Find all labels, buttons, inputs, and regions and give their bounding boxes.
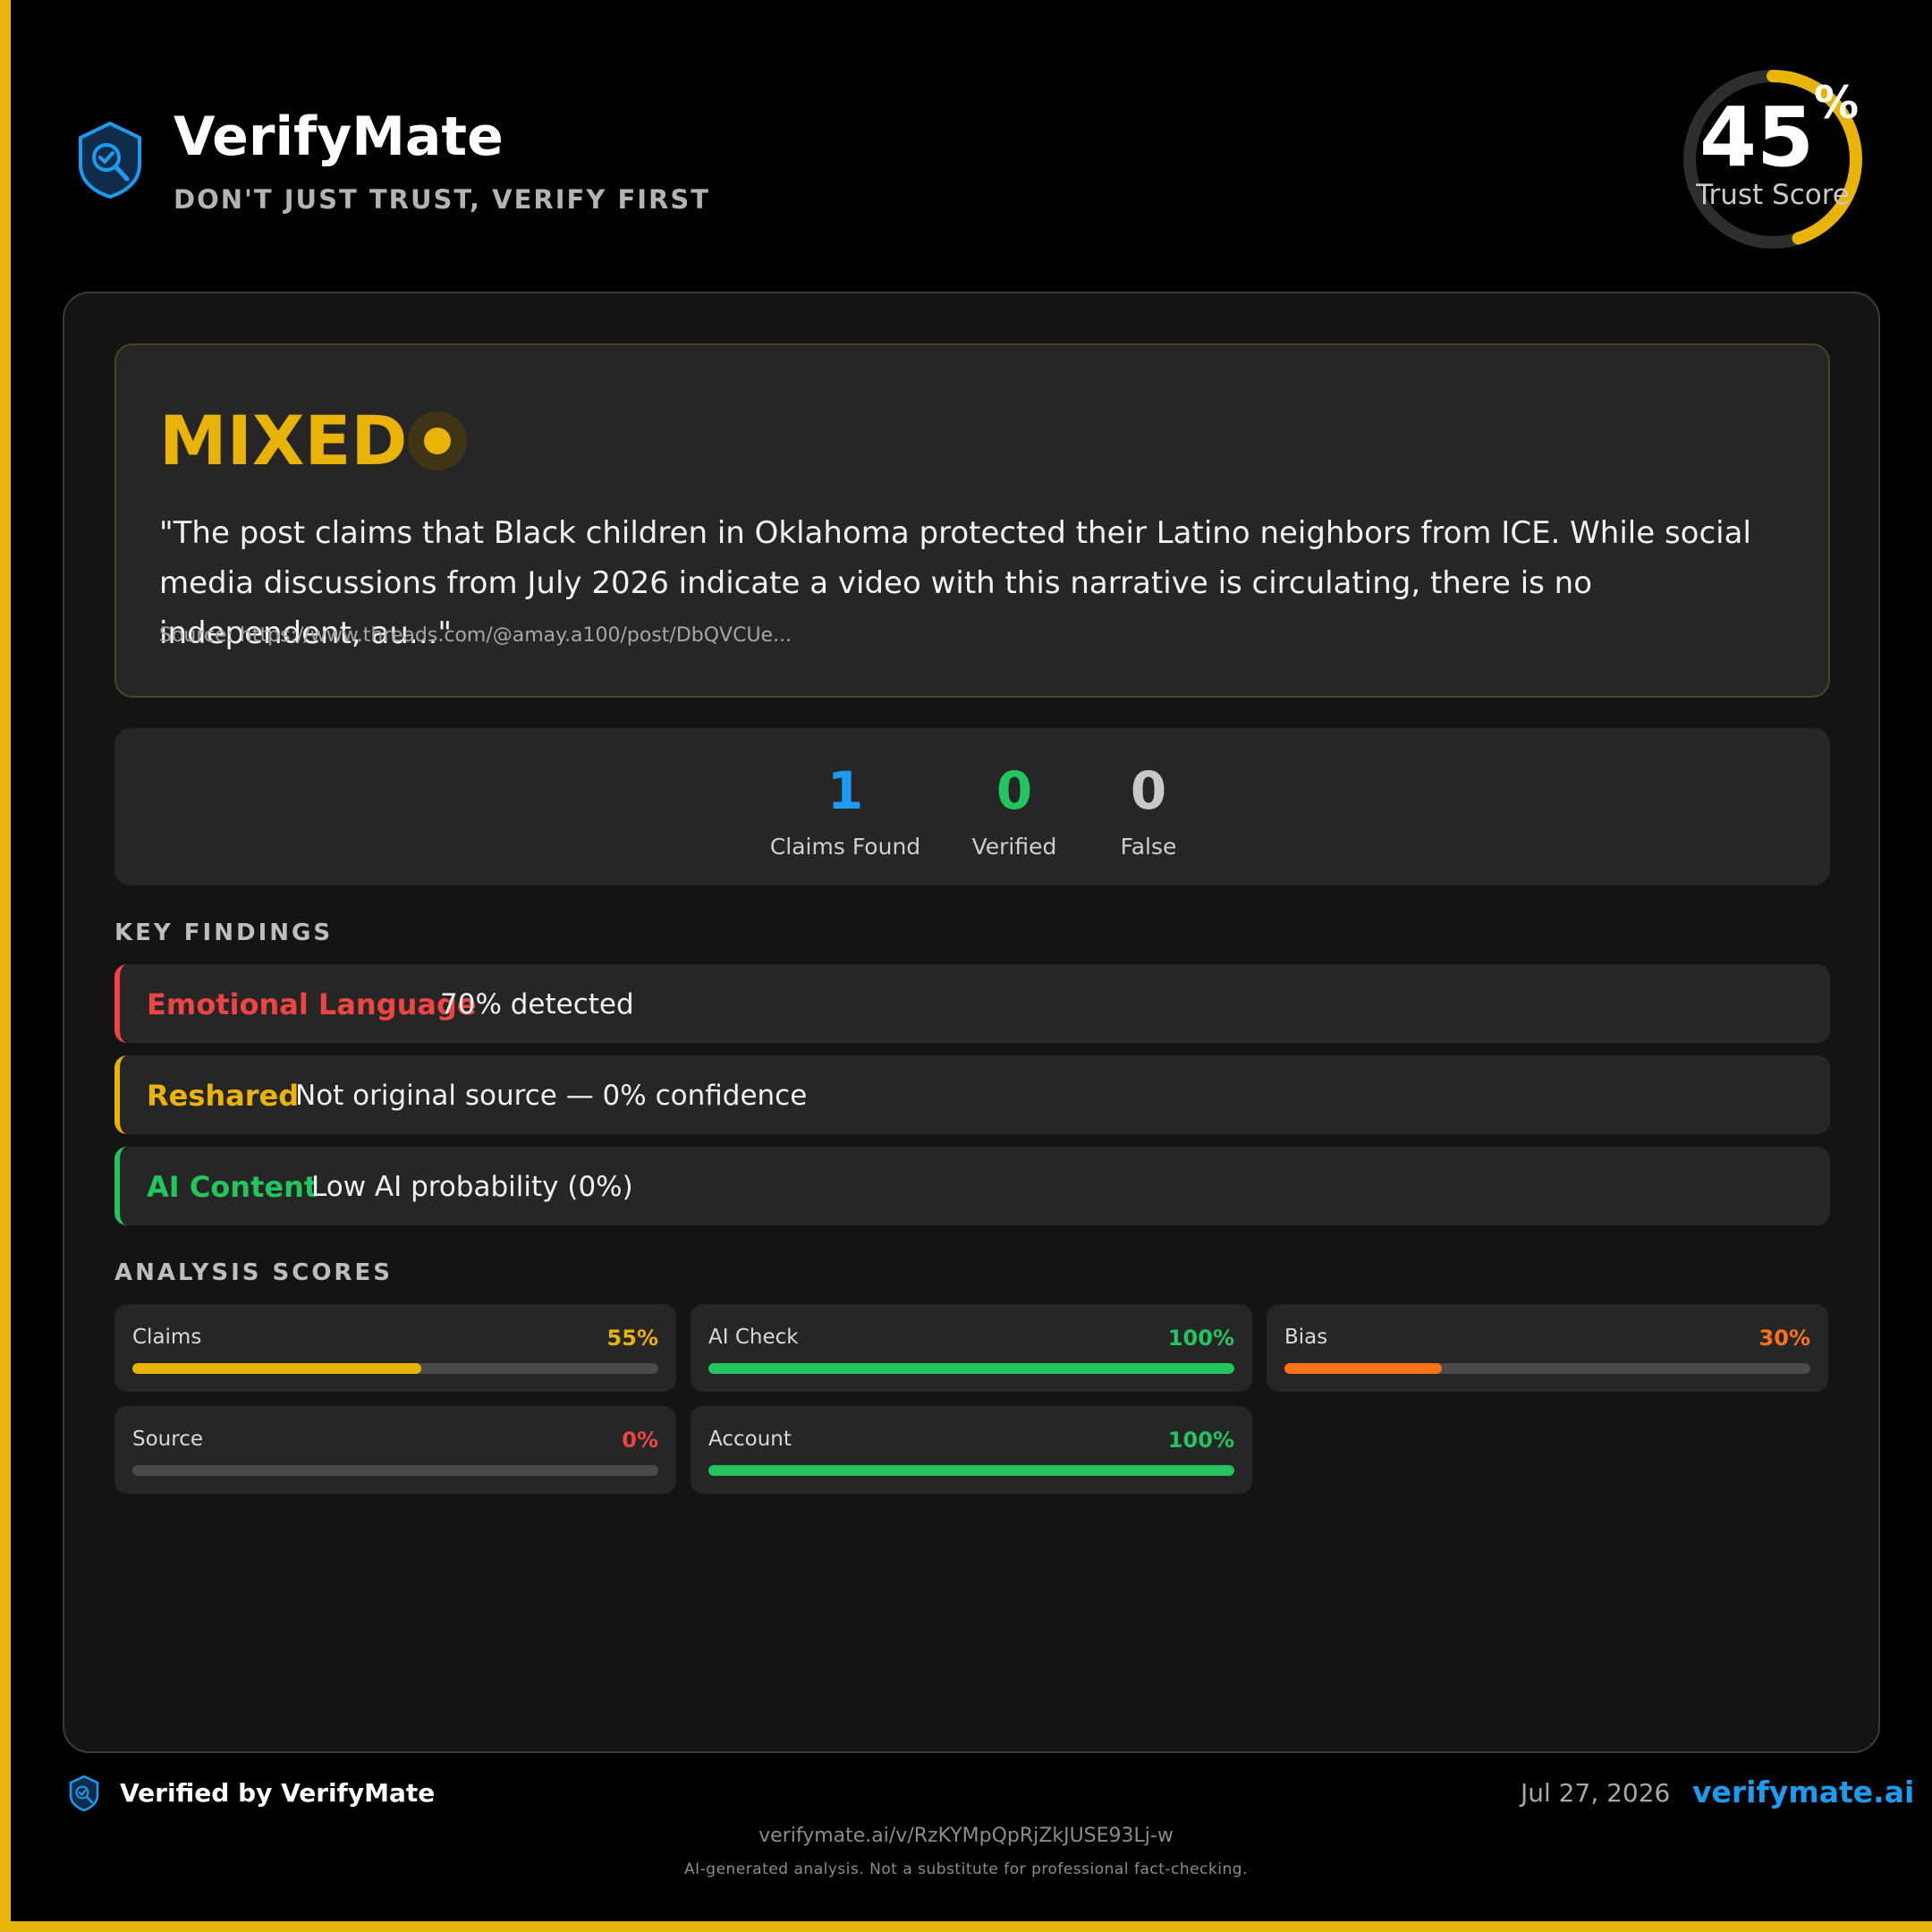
brand-title: VerifyMate <box>174 106 504 168</box>
finding-title: Emotional Language <box>147 987 477 1021</box>
verdict-panel: MIXED "The post claims that Black childr… <box>114 343 1830 698</box>
stat-claims-found: 1 Claims Found <box>760 760 930 860</box>
footer-date: Jul 27, 2026 <box>1521 1778 1671 1808</box>
stat-label: Verified <box>971 833 1057 860</box>
score-bar-track <box>132 1363 658 1374</box>
score-value: 100% <box>1167 1326 1234 1351</box>
score-bar-track <box>132 1465 658 1476</box>
score-label: Account <box>708 1428 792 1451</box>
stat-false: 0 False <box>1095 760 1202 860</box>
footer-disclaimer: AI-generated analysis. Not a substitute … <box>684 1860 1248 1878</box>
score-account: Account 100% <box>691 1406 1252 1494</box>
score-bar-fill <box>708 1465 1234 1476</box>
analysis-scores-title: ANALYSIS SCORES <box>114 1259 393 1286</box>
trust-score-label: Trust Score <box>1696 179 1850 211</box>
brand-tagline: DON'T JUST TRUST, VERIFY FIRST <box>174 184 711 215</box>
finding-title: Reshared <box>147 1079 300 1113</box>
stat-label: Claims Found <box>769 833 921 860</box>
finding-description: 70% detected <box>440 988 634 1021</box>
score-bar-fill <box>708 1363 1234 1374</box>
score-bias: Bias 30% <box>1267 1304 1828 1392</box>
score-bar-fill <box>132 1363 422 1374</box>
analysis-card: MIXED "The post claims that Black childr… <box>63 292 1880 1753</box>
verdict-status-dot-icon <box>408 411 467 470</box>
finding-emotional-language[interactable]: Emotional Language 70% detected <box>114 964 1830 1043</box>
score-value: 100% <box>1167 1428 1234 1453</box>
footer-verified-by: Verified by VerifyMate <box>120 1778 436 1808</box>
finding-description: Not original source — 0% confidence <box>295 1080 808 1112</box>
verdict-label: MIXED <box>159 401 408 480</box>
footer-site-link[interactable]: verifymate.ai <box>1692 1775 1914 1809</box>
score-source: Source 0% <box>114 1406 676 1494</box>
shield-check-icon <box>69 1775 99 1812</box>
score-bar-track <box>708 1363 1234 1374</box>
score-label: Source <box>132 1428 203 1451</box>
score-bar-track <box>1284 1363 1810 1374</box>
trust-score-gauge: 45% Trust Score <box>1682 68 1864 250</box>
score-bar-track <box>708 1465 1234 1476</box>
score-label: Bias <box>1284 1326 1328 1349</box>
footer-permalink[interactable]: verifymate.ai/v/RzKYMpQpRjZkJUSE93Lj-w <box>0 1825 1932 1847</box>
finding-title: AI Content <box>147 1170 318 1204</box>
finding-description: Low AI probability (0%) <box>311 1171 633 1203</box>
score-label: AI Check <box>708 1326 799 1349</box>
stats-panel: 1 Claims Found 0 Verified 0 False <box>114 728 1830 886</box>
stat-value: 0 <box>996 760 1033 821</box>
score-claims: Claims 55% <box>114 1304 676 1392</box>
score-label: Claims <box>132 1326 202 1349</box>
finding-reshared[interactable]: Reshared Not original source — 0% confid… <box>114 1055 1830 1134</box>
finding-ai-content[interactable]: AI Content Low AI probability (0%) <box>114 1147 1830 1225</box>
key-findings-title: KEY FINDINGS <box>114 919 334 946</box>
verdict-source-link[interactable]: Source: https://www.threads.com/@amay.a1… <box>159 624 792 647</box>
stat-label: False <box>1120 833 1177 860</box>
score-ai-check: AI Check 100% <box>691 1304 1252 1392</box>
score-value: 0% <box>622 1428 658 1453</box>
score-bar-fill <box>1284 1363 1443 1374</box>
shield-check-icon <box>79 121 141 199</box>
stat-value: 1 <box>826 760 864 821</box>
score-value: 55% <box>606 1326 658 1351</box>
stat-value: 0 <box>1130 760 1167 821</box>
score-value: 30% <box>1758 1326 1810 1351</box>
stat-verified: 0 Verified <box>952 760 1077 860</box>
